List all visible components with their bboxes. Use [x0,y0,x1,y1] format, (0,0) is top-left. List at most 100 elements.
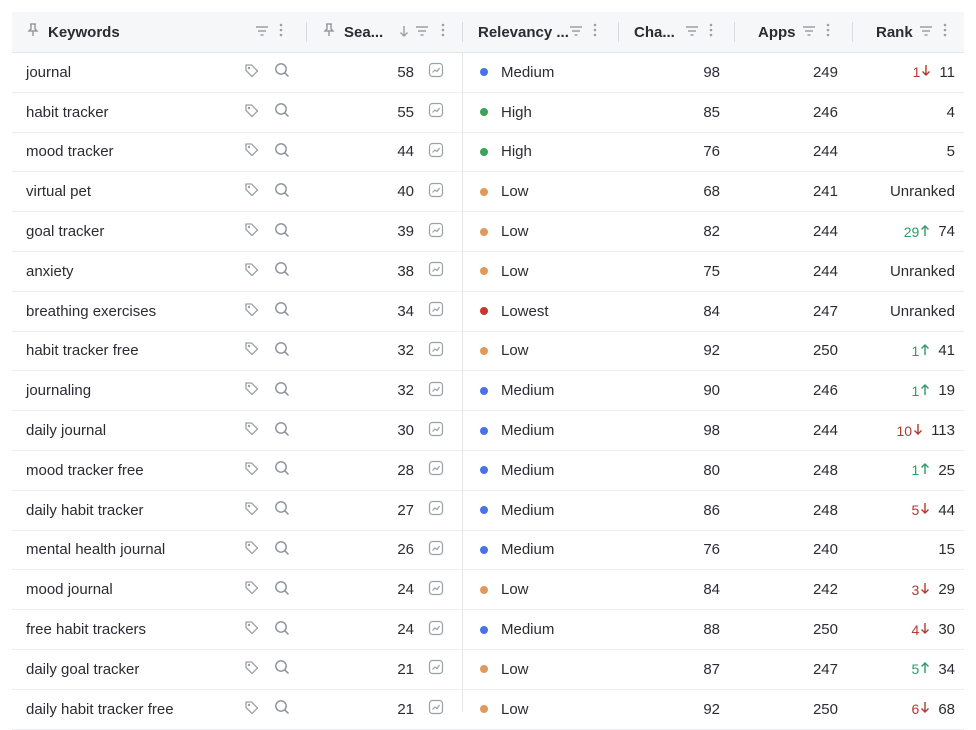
search-icon[interactable] [274,500,290,520]
tag-icon[interactable] [244,63,259,82]
keyword-cell[interactable]: daily goal tracker [26,650,139,689]
search-icon[interactable] [274,222,290,242]
search-icon[interactable] [274,301,290,321]
table-row[interactable]: breathing exercises 34 Lowest 84 247 Unr… [12,292,964,332]
trend-chart-icon[interactable] [428,222,444,242]
table-row[interactable]: habit tracker free 32 Low 92 250 1 41 [12,332,964,372]
tag-icon[interactable] [244,421,259,440]
search-icon[interactable] [274,182,290,202]
filter-icon[interactable] [802,24,816,41]
column-header-chance[interactable]: Cha... [634,12,675,52]
search-icon[interactable] [274,460,290,480]
keyword-cell[interactable]: habit tracker [26,93,109,132]
column-header-apps[interactable]: Apps [758,12,796,52]
trend-chart-icon[interactable] [428,699,444,719]
column-separator[interactable] [306,22,307,42]
sort-descending-icon[interactable] [399,24,409,41]
trend-chart-icon[interactable] [428,540,444,560]
trend-chart-icon[interactable] [428,341,444,361]
tag-icon[interactable] [244,501,259,520]
column-header-rank[interactable]: Rank [876,12,913,52]
search-icon[interactable] [274,102,290,122]
tag-icon[interactable] [244,580,259,599]
table-row[interactable]: mood journal 24 Low 84 242 3 29 [12,570,964,611]
tag-icon[interactable] [244,341,259,360]
table-row[interactable]: virtual pet 40 Low 68 241 Unranked [12,172,964,213]
pin-icon[interactable] [322,23,336,41]
filter-icon[interactable] [415,24,429,41]
keyword-cell[interactable]: daily habit tracker [26,491,144,530]
trend-chart-icon[interactable] [428,102,444,122]
pin-icon[interactable] [26,23,40,41]
table-row[interactable]: mood tracker free 28 Medium 80 248 1 25 [12,451,964,491]
tag-icon[interactable] [244,381,259,400]
tag-icon[interactable] [244,103,259,122]
keyword-cell[interactable]: daily habit tracker free [26,690,174,729]
more-vertical-icon[interactable] [826,23,830,41]
column-separator[interactable] [462,22,463,42]
keyword-cell[interactable]: journaling [26,371,91,410]
search-icon[interactable] [274,620,290,640]
filter-icon[interactable] [255,24,269,41]
trend-chart-icon[interactable] [428,460,444,480]
keyword-cell[interactable]: mental health journal [26,531,165,570]
trend-chart-icon[interactable] [428,301,444,321]
trend-chart-icon[interactable] [428,620,444,640]
tag-icon[interactable] [244,262,259,281]
tag-icon[interactable] [244,182,259,201]
keyword-cell[interactable]: habit tracker free [26,332,139,371]
table-row[interactable]: free habit trackers 24 Medium 88 250 4 3… [12,610,964,650]
column-header-relevancy[interactable]: Relevancy ... [478,12,569,52]
trend-chart-icon[interactable] [428,659,444,679]
more-vertical-icon[interactable] [441,23,445,41]
table-row[interactable]: daily habit tracker free 21 Low 92 250 6… [12,690,964,730]
search-icon[interactable] [274,540,290,560]
search-icon[interactable] [274,699,290,719]
more-vertical-icon[interactable] [279,23,283,41]
tag-icon[interactable] [244,700,259,719]
table-row[interactable]: mental health journal 26 Medium 76 240 1… [12,531,964,571]
tag-icon[interactable] [244,302,259,321]
keyword-cell[interactable]: mood journal [26,570,113,609]
search-icon[interactable] [274,341,290,361]
search-icon[interactable] [274,580,290,600]
more-vertical-icon[interactable] [709,23,713,41]
keyword-cell[interactable]: mood tracker [26,133,114,172]
table-row[interactable]: daily goal tracker 21 Low 87 247 5 34 [12,650,964,690]
more-vertical-icon[interactable] [593,23,597,41]
search-icon[interactable] [274,62,290,82]
keyword-cell[interactable]: goal tracker [26,212,104,251]
keyword-cell[interactable]: virtual pet [26,172,91,211]
table-row[interactable]: journaling 32 Medium 90 246 1 19 [12,371,964,412]
keyword-cell[interactable]: free habit trackers [26,610,146,649]
table-row[interactable]: daily journal 30 Medium 98 244 10 113 [12,411,964,451]
table-row[interactable]: mood tracker 44 High 76 244 5 [12,133,964,173]
trend-chart-icon[interactable] [428,580,444,600]
search-icon[interactable] [274,142,290,162]
filter-icon[interactable] [569,24,583,41]
filter-icon[interactable] [919,24,933,41]
tag-icon[interactable] [244,660,259,679]
table-row[interactable]: daily habit tracker 27 Medium 86 248 5 4… [12,491,964,531]
trend-chart-icon[interactable] [428,62,444,82]
tag-icon[interactable] [244,142,259,161]
keyword-cell[interactable]: mood tracker free [26,451,144,490]
search-icon[interactable] [274,261,290,281]
trend-chart-icon[interactable] [428,421,444,441]
column-separator[interactable] [734,22,735,42]
tag-icon[interactable] [244,461,259,480]
column-separator[interactable] [618,22,619,42]
keyword-cell[interactable]: daily journal [26,411,106,450]
column-header-keywords[interactable]: Keywords [26,12,120,52]
trend-chart-icon[interactable] [428,261,444,281]
search-icon[interactable] [274,381,290,401]
table-row[interactable]: goal tracker 39 Low 82 244 29 74 [12,212,964,252]
table-row[interactable]: habit tracker 55 High 85 246 4 [12,93,964,133]
more-vertical-icon[interactable] [943,23,947,41]
filter-icon[interactable] [685,24,699,41]
trend-chart-icon[interactable] [428,381,444,401]
keyword-cell[interactable]: breathing exercises [26,292,156,331]
trend-chart-icon[interactable] [428,182,444,202]
column-header-search[interactable]: Sea... [322,12,383,52]
table-row[interactable]: anxiety 38 Low 75 244 Unranked [12,252,964,292]
